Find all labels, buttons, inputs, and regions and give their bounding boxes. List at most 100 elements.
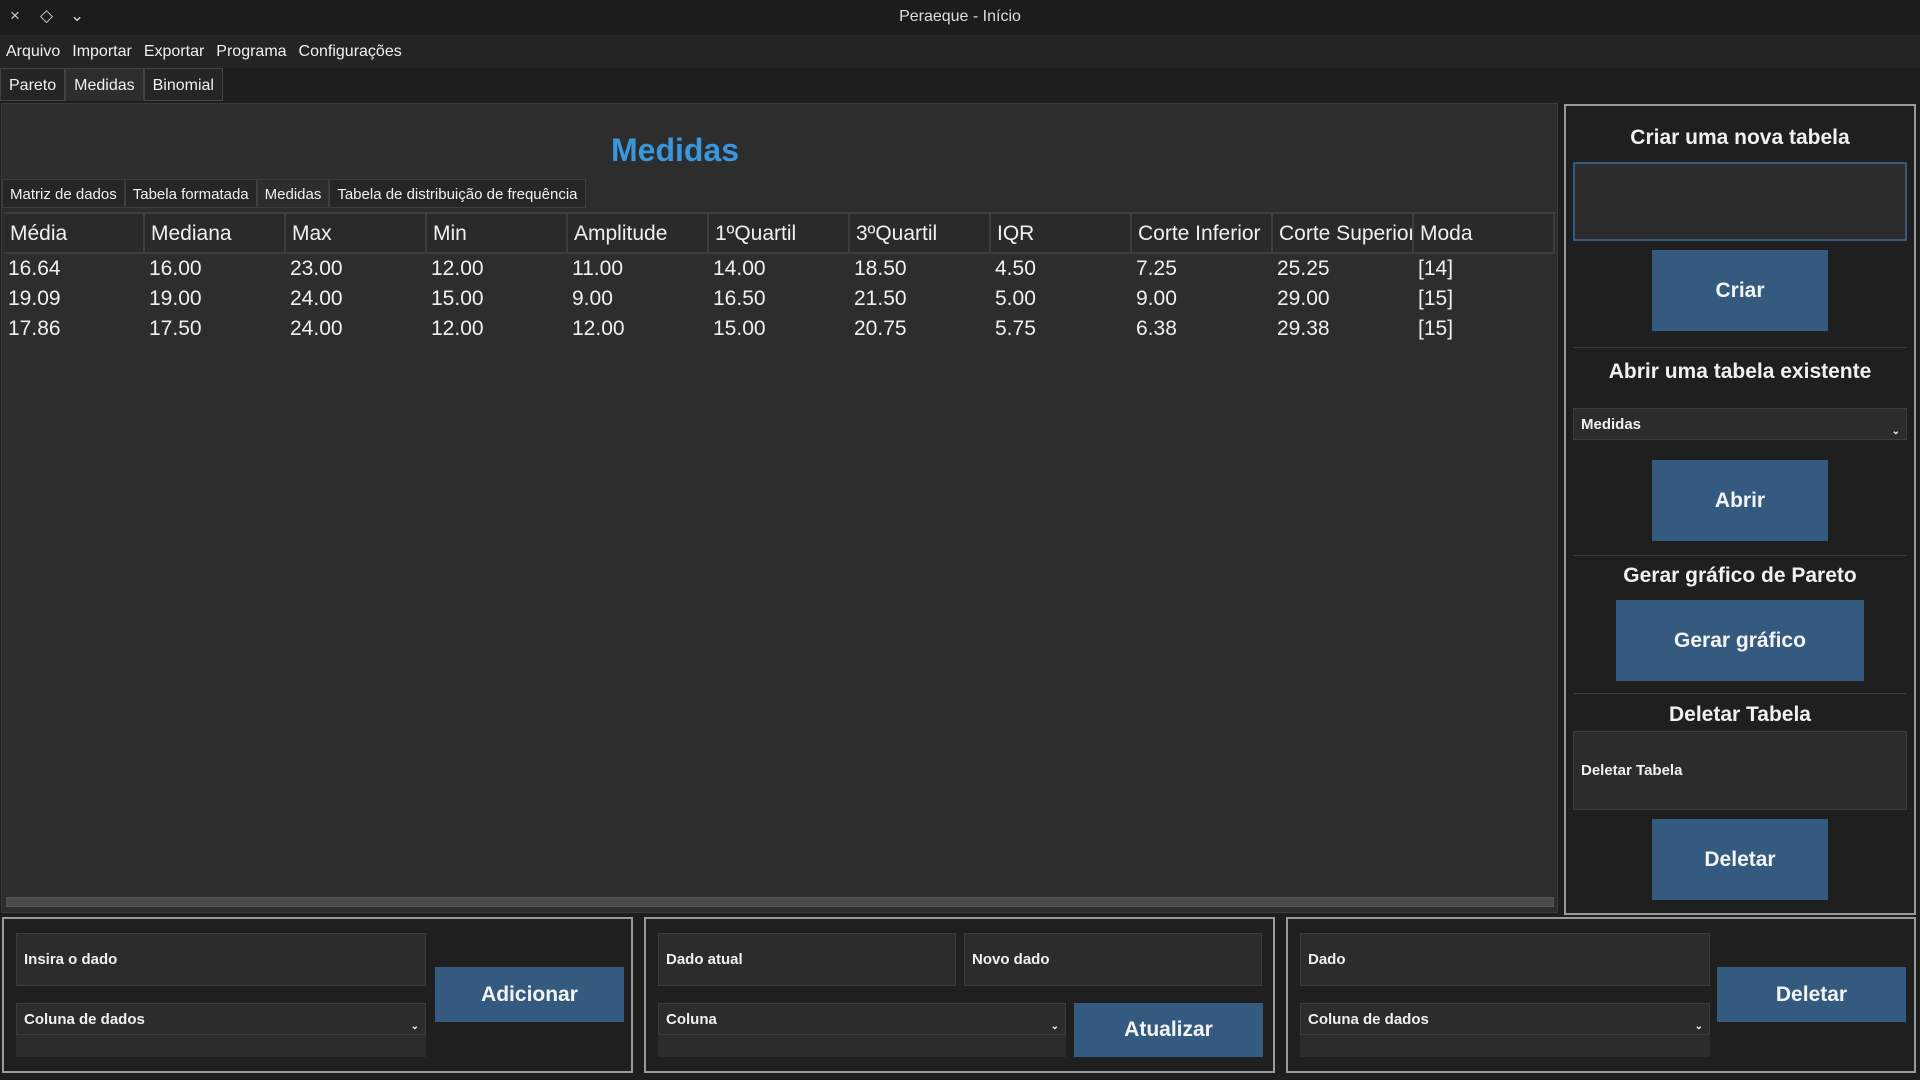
table-cell[interactable]: 7.25: [1132, 254, 1273, 284]
table-cell[interactable]: 11.00: [568, 254, 709, 284]
table-cell[interactable]: 5.75: [991, 314, 1132, 344]
menu-configuracoes[interactable]: Configurações: [299, 43, 402, 61]
table-cell[interactable]: 5.00: [991, 284, 1132, 314]
menu-exportar[interactable]: Exportar: [144, 43, 204, 61]
tab-matriz-de-dados[interactable]: Matriz de dados: [2, 179, 125, 208]
column-select-value: Coluna de dados: [24, 1010, 145, 1028]
generate-chart-button[interactable]: Gerar gráfico: [1616, 600, 1864, 681]
table-cell[interactable]: 9.00: [1132, 284, 1273, 314]
table-cell[interactable]: 18.50: [850, 254, 991, 284]
table-cell[interactable]: 23.00: [286, 254, 427, 284]
table-row[interactable]: 17.86 17.50 24.00 12.00 12.00 15.00 20.75 5.75 6…: [4, 314, 1556, 344]
table-cell[interactable]: 12.00: [427, 254, 568, 284]
table-cell[interactable]: 21.50: [850, 284, 991, 314]
column-header[interactable]: Corte Inferior: [1132, 214, 1273, 254]
tab-binomial[interactable]: Binomial: [143, 68, 223, 101]
new-data-input[interactable]: Novo dado: [964, 933, 1262, 986]
window-title: Peraeque - Início: [899, 8, 1021, 25]
table-cell[interactable]: 4.50: [991, 254, 1132, 284]
open-table-heading: Abrir uma tabela existente: [1608, 360, 1872, 383]
table-cell[interactable]: 17.86: [4, 314, 145, 344]
new-table-name-input[interactable]: [1573, 162, 1907, 241]
delete-data-panel: Dado Coluna de dados ⌄ Deletar: [1286, 917, 1916, 1073]
table-cell[interactable]: 14.00: [709, 254, 850, 284]
divider: [1574, 555, 1906, 556]
column-header[interactable]: 3ºQuartil: [850, 214, 991, 254]
dropdown-arrow-icon: ⌄: [410, 1021, 419, 1032]
data-input[interactable]: Insira o dado: [16, 933, 426, 986]
column-header[interactable]: Corte Superior: [1273, 214, 1414, 254]
table-cell[interactable]: 15.00: [709, 314, 850, 344]
main-panel: Medidas Matriz de dados Tabela formatada…: [1, 103, 1558, 913]
column-header[interactable]: Max: [286, 214, 427, 254]
add-button[interactable]: Adicionar: [435, 967, 624, 1022]
table-cell[interactable]: [15]: [1414, 314, 1555, 344]
create-table-heading: Criar uma nova tabela: [1630, 126, 1850, 149]
column-select[interactable]: Coluna de dados ⌄: [16, 1003, 426, 1035]
column-header[interactable]: IQR: [991, 214, 1132, 254]
table-cell[interactable]: 25.25: [1273, 254, 1414, 284]
combo-underlay: [1300, 1035, 1710, 1057]
table-cell[interactable]: 17.50: [145, 314, 286, 344]
tab-distribuicao-frequencia[interactable]: Tabela de distribuição de frequência: [329, 179, 586, 208]
column-header[interactable]: Moda: [1414, 214, 1555, 254]
column-header[interactable]: 1ºQuartil: [709, 214, 850, 254]
update-button[interactable]: Atualizar: [1074, 1003, 1263, 1057]
tab-tabela-formatada[interactable]: Tabela formatada: [124, 179, 257, 208]
table-cell[interactable]: [14]: [1414, 254, 1555, 284]
menu-arquivo[interactable]: Arquivo: [6, 43, 60, 61]
delete-table-input[interactable]: Deletar Tabela: [1573, 731, 1907, 810]
tab-medidas[interactable]: Medidas: [65, 68, 144, 101]
column-select[interactable]: Coluna de dados ⌄: [1300, 1003, 1710, 1035]
table-cell[interactable]: 19.00: [145, 284, 286, 314]
pareto-heading: Gerar gráfico de Pareto: [1623, 564, 1857, 587]
create-button[interactable]: Criar: [1652, 250, 1828, 331]
table-cell[interactable]: 29.00: [1273, 284, 1414, 314]
column-header[interactable]: Mediana: [145, 214, 286, 254]
table-cell[interactable]: 20.75: [850, 314, 991, 344]
divider: [1574, 347, 1906, 348]
combo-underlay: [658, 1035, 1066, 1057]
table-cell[interactable]: 19.09: [4, 284, 145, 314]
menu-importar[interactable]: Importar: [72, 43, 132, 61]
divider: [1574, 693, 1906, 694]
table-cell[interactable]: 15.00: [427, 284, 568, 314]
table-cell[interactable]: 24.00: [286, 314, 427, 344]
add-data-panel: Insira o dado Coluna de dados ⌄ Adicionar: [2, 917, 633, 1073]
delete-data-button[interactable]: Deletar: [1717, 967, 1906, 1022]
table-cell[interactable]: 24.00: [286, 284, 427, 314]
column-header[interactable]: Min: [427, 214, 568, 254]
tab-pareto[interactable]: Pareto: [0, 68, 66, 101]
dropdown-arrow-icon: ⌄: [1694, 1021, 1703, 1032]
table-cell[interactable]: 16.00: [145, 254, 286, 284]
column-select[interactable]: Coluna ⌄: [658, 1003, 1066, 1035]
page-title: Medidas: [610, 132, 740, 168]
open-table-selected: Medidas: [1581, 415, 1642, 433]
table-management-panel: Criar uma nova tabela Criar Abrir uma ta…: [1564, 104, 1916, 915]
column-header[interactable]: Amplitude: [568, 214, 709, 254]
horizontal-scrollbar[interactable]: [6, 897, 1554, 907]
table-cell[interactable]: 16.50: [709, 284, 850, 314]
dropdown-arrow-icon: ⌄: [1891, 426, 1900, 437]
main-tabs: Pareto Medidas Binomial: [0, 68, 223, 101]
table-row[interactable]: 19.09 19.00 24.00 15.00 9.00 16.50 21.50 5.00 9.…: [4, 284, 1556, 314]
table-cell[interactable]: 9.00: [568, 284, 709, 314]
table-cell[interactable]: 6.38: [1132, 314, 1273, 344]
table-header: Média Mediana Max Min Amplitude 1ºQuartil 3ºQu…: [4, 214, 1556, 254]
column-header[interactable]: Média: [4, 214, 145, 254]
open-table-select[interactable]: Medidas ⌄: [1573, 408, 1907, 440]
menu-bar: Arquivo Importar Exportar Programa Confi…: [0, 35, 1920, 68]
table-cell[interactable]: 12.00: [427, 314, 568, 344]
table-cell[interactable]: 29.38: [1273, 314, 1414, 344]
table-cell[interactable]: 16.64: [4, 254, 145, 284]
tab-medidas-table[interactable]: Medidas: [256, 179, 330, 208]
delete-data-input[interactable]: Dado: [1300, 933, 1710, 986]
delete-table-button[interactable]: Deletar: [1652, 819, 1828, 900]
table-cell[interactable]: [15]: [1414, 284, 1555, 314]
current-data-input[interactable]: Dado atual: [658, 933, 956, 986]
table-cell[interactable]: 12.00: [568, 314, 709, 344]
table-row[interactable]: 16.64 16.00 23.00 12.00 11.00 14.00 18.50 4.50 7…: [4, 254, 1556, 284]
open-button[interactable]: Abrir: [1652, 460, 1828, 541]
menu-programa[interactable]: Programa: [216, 43, 286, 61]
delete-table-heading: Deletar Tabela: [1668, 703, 1811, 726]
